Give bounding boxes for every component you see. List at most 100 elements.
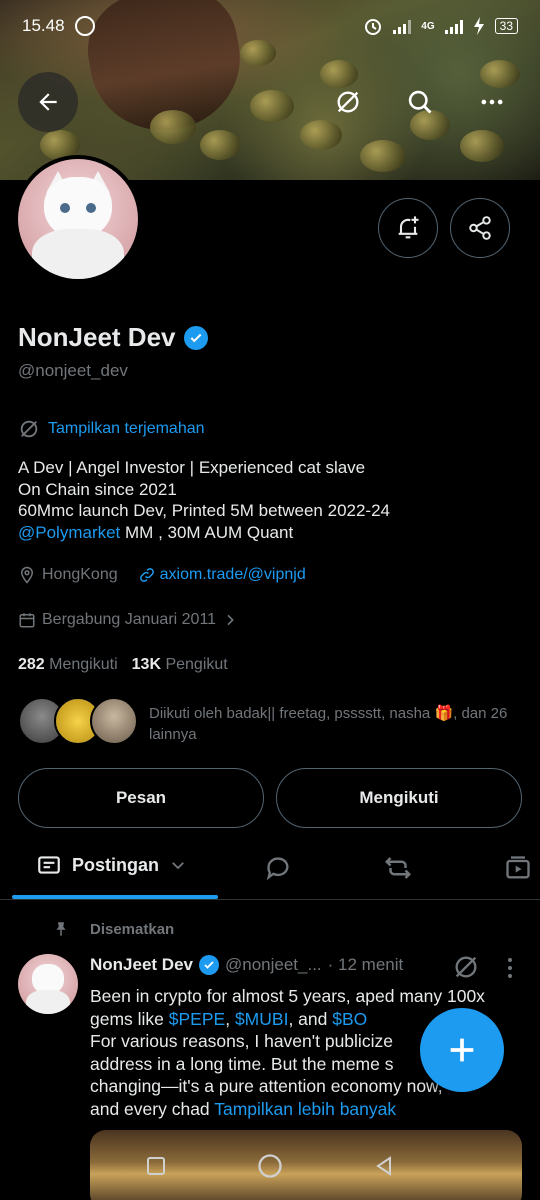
bio-line: On Chain since 2021 — [18, 479, 177, 499]
bio-mention-link[interactable]: @Polymarket — [18, 523, 120, 542]
verified-badge-icon — [198, 955, 219, 975]
translate-label: Tampilkan terjemahan — [48, 420, 205, 437]
cat-eye — [60, 203, 70, 213]
follower-avatar — [90, 697, 138, 745]
post-text-part: and every chad — [90, 1098, 215, 1119]
calendar-icon — [19, 613, 35, 628]
profile-tabs: Postingan — [0, 836, 540, 900]
following-stat[interactable]: 282 Mengikuti — [18, 656, 118, 674]
translate-off-icon — [455, 956, 477, 978]
followers-stat[interactable]: 13K Pengikut — [132, 656, 228, 674]
post-author-avatar[interactable] — [18, 954, 78, 1014]
tab-posts-label: Postingan — [72, 854, 160, 875]
translate-icon — [20, 420, 38, 438]
verified-badge-icon[interactable] — [183, 325, 208, 350]
joined-text: Bergabung Januari 2011 — [42, 611, 217, 628]
profile-meta-location: HongKong axiom.trade/@vipnjd — [18, 566, 306, 584]
joined-date-row[interactable]: Bergabung Januari 2011 — [18, 611, 238, 629]
signal-icon-2 — [444, 18, 463, 34]
active-tab-indicator — [12, 895, 218, 899]
followers-label: Pengikut — [165, 656, 228, 673]
recent-apps-icon[interactable] — [144, 1154, 168, 1178]
following-count: 282 — [18, 656, 45, 673]
home-icon[interactable] — [256, 1152, 284, 1180]
post-time[interactable]: · 12 menit — [328, 955, 404, 975]
back-button[interactable] — [18, 72, 78, 132]
show-translation-link[interactable]: Tampilkan terjemahan — [18, 418, 205, 440]
banner-coin — [200, 130, 240, 160]
tab-reposts[interactable] — [382, 852, 414, 884]
search-button[interactable] — [400, 82, 440, 122]
cashtag-link[interactable]: $MUBI — [235, 1009, 288, 1029]
charging-icon — [473, 17, 484, 35]
location-text: HongKong — [42, 566, 118, 583]
show-more-link[interactable]: Tampilkan lebih banyak — [214, 1099, 396, 1119]
back-triangle-icon[interactable] — [372, 1154, 396, 1178]
profile-bio: A Dev | Angel Investor | Experienced cat… — [18, 457, 390, 543]
post-text-part: For various reasons, I haven't publicize — [90, 1031, 393, 1051]
profile-name: NonJeet Dev — [18, 322, 176, 352]
media-icon — [506, 856, 530, 879]
post-text-part: , and — [288, 1008, 333, 1029]
banner-coin — [460, 130, 504, 162]
translate-toggle-button[interactable] — [328, 82, 368, 122]
message-button[interactable]: Pesan — [18, 768, 264, 828]
cashtag-link[interactable]: $PEPE — [169, 1009, 225, 1029]
tab-media[interactable] — [502, 852, 534, 884]
post-author-name[interactable]: NonJeet Dev — [90, 955, 193, 975]
post-translate-button[interactable] — [452, 953, 482, 983]
following-button[interactable]: Mengikuti — [276, 768, 522, 828]
profile-handle: @nonjeet_dev — [18, 361, 128, 380]
pin-icon — [56, 922, 66, 936]
signal-icon — [393, 18, 412, 34]
banner-coin — [150, 110, 196, 144]
website-link[interactable]: axiom.trade/@vipnjd — [138, 566, 306, 584]
post-more-button[interactable] — [500, 955, 520, 981]
share-icon — [469, 216, 491, 240]
link-icon — [139, 568, 154, 582]
cashtag-link[interactable]: $BO — [332, 1009, 367, 1029]
followed-by-avatars[interactable] — [18, 697, 138, 749]
followers-count: 13K — [131, 656, 161, 673]
search-icon — [408, 90, 432, 114]
profile-avatar[interactable] — [14, 155, 142, 283]
alarm-icon — [365, 19, 382, 35]
status-bar: 15.48 4G 33 — [0, 0, 540, 52]
system-nav-bar — [0, 1132, 540, 1200]
post-header: NonJeet Dev @nonjeet_... · 12 menit — [90, 955, 403, 975]
follow-stats: 282 Mengikuti 13K Pengikut — [18, 656, 228, 674]
status-time: 15.48 — [22, 16, 65, 35]
cat-hoodie — [32, 229, 124, 279]
whatsapp-icon — [74, 16, 95, 36]
chevron-right-icon — [227, 614, 234, 626]
post-text-part: address in a long time. But the meme s — [90, 1053, 394, 1074]
followed-by-text[interactable]: Diikuti oleh badak|| freetag, psssstt, n… — [149, 703, 519, 745]
more-vertical-icon — [508, 958, 512, 978]
bell-plus-icon — [398, 216, 419, 239]
repost-icon — [384, 857, 412, 879]
post-text-part: changing—it's a pure attention economy — [90, 1076, 402, 1096]
posts-tab-icon — [38, 856, 60, 874]
profile-name-row: NonJeet Dev — [18, 322, 208, 353]
website-text: axiom.trade/@vipnjd — [159, 566, 306, 583]
tab-replies[interactable] — [262, 852, 294, 884]
post-author-handle[interactable]: @nonjeet_... — [225, 955, 322, 975]
banner-coin — [360, 140, 406, 172]
pinned-indicator: Disematkan — [52, 919, 174, 939]
network-label: 4G — [421, 20, 435, 32]
battery-indicator: 33 — [494, 18, 518, 34]
banner-coin — [300, 120, 342, 150]
plus-icon — [450, 1038, 474, 1062]
cat-eye — [86, 203, 96, 213]
share-profile-button[interactable] — [450, 198, 510, 258]
post-text-part: , — [225, 1008, 235, 1029]
bio-line: @Polymarket MM , 30M AUM Quant — [18, 522, 390, 544]
more-options-button[interactable] — [472, 82, 512, 122]
following-label: Mengikuti — [49, 656, 118, 673]
tab-posts[interactable]: Postingan — [36, 852, 187, 878]
notifications-subscribe-button[interactable] — [378, 198, 438, 258]
bio-mention-suffix: MM , 30M AUM Quant — [120, 522, 294, 542]
arrow-left-icon — [39, 93, 57, 111]
bio-line: 60Mmc launch Dev, Printed 5M between 202… — [18, 501, 390, 520]
compose-post-button[interactable] — [420, 1008, 504, 1092]
